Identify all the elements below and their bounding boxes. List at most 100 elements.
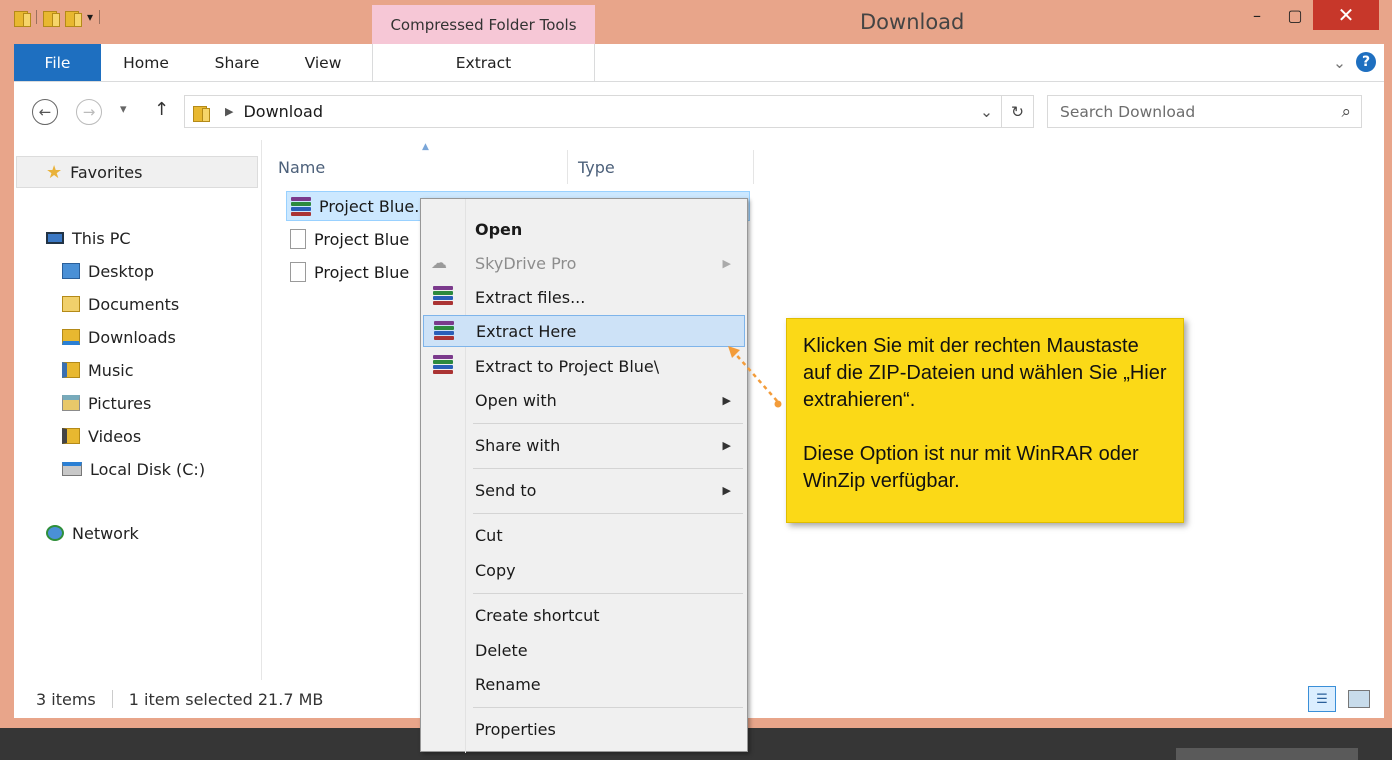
tab-extract[interactable]: Extract (372, 44, 595, 82)
window-title: Download (860, 10, 965, 34)
close-button[interactable]: ✕ (1313, 0, 1379, 30)
separator (36, 10, 37, 24)
instruction-callout: Klicken Sie mit der rechten Maustaste au… (786, 318, 1184, 523)
computer-icon (46, 232, 64, 244)
menu-delete[interactable]: Delete (423, 634, 745, 666)
callout-text-2: Diese Option ist nur mit WinRAR oder Win… (803, 443, 1139, 492)
help-icon[interactable]: ? (1356, 52, 1376, 72)
column-header-type[interactable]: Type (578, 150, 754, 184)
nav-downloads-label: Downloads (88, 327, 176, 347)
nav-documents-label: Documents (88, 294, 180, 314)
large-icons-view-icon[interactable] (1348, 690, 1370, 708)
ribbon-tabs: File Home Share View Extract ⌄ ? (14, 44, 1384, 82)
menu-separator (473, 468, 743, 469)
column-header-name[interactable]: Name (278, 150, 568, 184)
breadcrumb-download[interactable]: Download (243, 102, 323, 121)
folder-icon[interactable] (14, 9, 31, 27)
menu-create-shortcut[interactable]: Create shortcut (423, 599, 745, 631)
nav-desktop-label: Desktop (88, 261, 154, 281)
menu-copy[interactable]: Copy (423, 554, 745, 586)
music-folder-icon (62, 362, 80, 378)
address-field[interactable]: ▶ Download ⌄ ↻ (184, 95, 1034, 128)
file-name: Project Blue (314, 262, 410, 282)
nav-desktop[interactable]: Desktop (62, 258, 154, 284)
menu-label: Extract files... (475, 287, 586, 307)
downloads-folder-icon (62, 329, 80, 345)
network-icon (46, 525, 64, 541)
nav-videos[interactable]: Videos (62, 423, 141, 449)
recent-locations-icon[interactable]: ▾ (120, 102, 127, 117)
breadcrumb-arrow-icon[interactable]: ▶ (225, 105, 233, 118)
nav-network[interactable]: Network (46, 520, 139, 546)
nav-downloads[interactable]: Downloads (62, 324, 176, 350)
tab-home[interactable]: Home (110, 44, 182, 82)
context-menu: Open ☁ SkyDrive Pro ▶ Extract files... E… (420, 198, 748, 753)
nav-this-pc[interactable]: This PC (46, 225, 131, 251)
context-tab-compressed-folder-tools: Compressed Folder Tools (372, 5, 595, 44)
menu-skydrive-pro[interactable]: ☁ SkyDrive Pro ▶ (423, 247, 745, 279)
menu-rename[interactable]: Rename (423, 668, 745, 700)
menu-share-with[interactable]: Share with ▶ (423, 429, 745, 461)
nav-local-disk[interactable]: Local Disk (C:) (62, 456, 205, 482)
search-placeholder: Search Download (1060, 102, 1196, 121)
menu-separator (473, 707, 743, 708)
cloud-icon: ☁ (431, 253, 447, 272)
minimize-button[interactable]: – (1238, 0, 1276, 30)
refresh-button[interactable]: ↻ (1001, 96, 1033, 127)
properties-icon[interactable] (43, 9, 60, 27)
address-dropdown-icon[interactable]: ⌄ (980, 103, 993, 121)
menu-separator (473, 513, 743, 514)
nav-network-label: Network (72, 523, 139, 543)
folder-icon (193, 104, 210, 122)
status-item-count: 3 items (36, 689, 96, 709)
status-selection: 1 item selected 21.7 MB (128, 689, 324, 709)
menu-send-to[interactable]: Send to ▶ (423, 474, 745, 506)
tab-view[interactable]: View (290, 44, 356, 82)
documents-folder-icon (62, 296, 80, 312)
title-bar: ▾ Compressed Folder Tools Download – ▢ ✕ (0, 0, 1392, 44)
menu-extract-to[interactable]: Extract to Project Blue\ (423, 350, 745, 382)
menu-extract-files[interactable]: Extract files... (423, 281, 745, 313)
nav-music-label: Music (88, 360, 134, 380)
nav-favorites[interactable]: ★ Favorites (46, 159, 142, 185)
menu-label: Share with (475, 435, 561, 455)
tab-file[interactable]: File (14, 44, 101, 81)
winrar-icon (433, 355, 457, 377)
forward-button[interactable]: → (76, 99, 102, 125)
separator (99, 10, 101, 24)
taskbar-thumb (1176, 748, 1358, 760)
nav-local-disk-label: Local Disk (C:) (90, 459, 206, 479)
winrar-icon (434, 321, 458, 343)
nav-favorites-label: Favorites (70, 162, 143, 182)
customize-qat-icon[interactable]: ▾ (87, 10, 93, 24)
search-icon[interactable]: ⌕ (1341, 102, 1351, 122)
details-view-icon[interactable]: ☰ (1308, 686, 1336, 712)
menu-separator (473, 593, 743, 594)
collapse-ribbon-icon[interactable]: ⌄ (1333, 54, 1346, 72)
back-button[interactable]: ← (32, 99, 58, 125)
search-input[interactable]: Search Download ⌕ (1047, 95, 1362, 128)
menu-extract-here[interactable]: Extract Here (423, 315, 745, 347)
videos-folder-icon (62, 428, 80, 444)
menu-label: Extract Here (476, 321, 577, 341)
up-button[interactable]: ↑ (154, 99, 169, 120)
nav-documents[interactable]: Documents (62, 291, 179, 317)
submenu-arrow-icon: ▶ (722, 438, 731, 452)
star-icon: ★ (46, 161, 63, 183)
menu-cut[interactable]: Cut (423, 519, 745, 551)
submenu-arrow-icon: ▶ (722, 256, 731, 270)
nav-pictures[interactable]: Pictures (62, 390, 151, 416)
menu-properties[interactable]: Properties (423, 713, 745, 745)
quick-access-toolbar: ▾ (14, 9, 101, 27)
menu-open-with[interactable]: Open with ▶ (423, 384, 745, 416)
new-folder-icon[interactable] (65, 9, 82, 27)
nav-music[interactable]: Music (62, 357, 134, 383)
menu-open[interactable]: Open (423, 213, 745, 245)
winrar-icon (433, 286, 457, 308)
nav-this-pc-label: This PC (72, 228, 131, 248)
drive-icon (62, 462, 82, 476)
pictures-folder-icon (62, 395, 80, 411)
desktop-folder-icon (62, 263, 80, 279)
tab-share[interactable]: Share (200, 44, 274, 82)
maximize-button[interactable]: ▢ (1276, 0, 1314, 30)
